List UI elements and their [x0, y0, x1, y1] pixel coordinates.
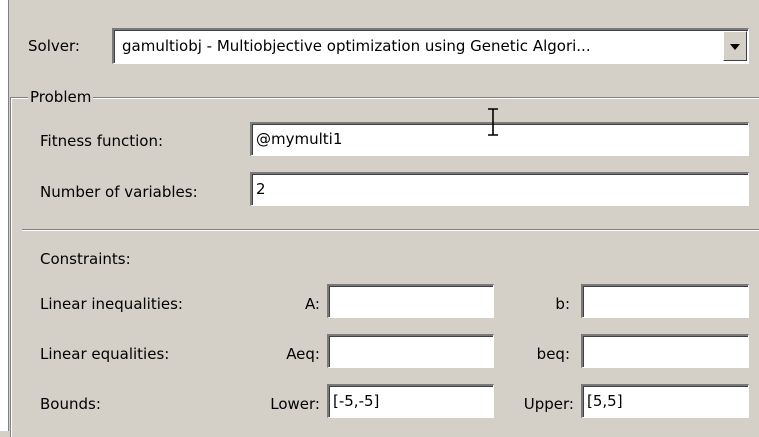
beq-label: beq: [536, 345, 570, 363]
linear-inequalities-label: Linear inequalities: [40, 295, 183, 313]
fitness-function-label: Fitness function: [40, 132, 164, 150]
constraints-heading: Constraints: [40, 250, 131, 268]
upper-bound-label: Upper: [523, 395, 574, 413]
beq-vector-input[interactable] [581, 334, 749, 368]
text-cursor-icon [488, 108, 498, 136]
solver-select[interactable]: gamultiobj - Multiobjective optimization… [112, 28, 749, 64]
b-vector-input[interactable] [581, 284, 749, 318]
solver-selected-value: gamultiobj - Multiobjective optimization… [122, 37, 591, 55]
bounds-label: Bounds: [40, 395, 101, 413]
number-of-variables-input[interactable]: 2 [250, 172, 749, 206]
b-label: b: [555, 295, 570, 313]
Aeq-matrix-input[interactable] [327, 334, 494, 368]
A-label: A: [304, 295, 320, 313]
lower-bound-label: Lower: [270, 395, 320, 413]
solver-dropdown-button[interactable] [723, 31, 747, 61]
number-of-variables-label: Number of variables: [40, 183, 198, 201]
section-separator [22, 229, 759, 231]
A-matrix-input[interactable] [327, 284, 494, 318]
solver-label: Solver: [28, 37, 80, 55]
window-left-edge [0, 0, 9, 431]
problem-group-title: Problem [28, 88, 94, 106]
Aeq-label: Aeq: [286, 345, 320, 363]
linear-equalities-label: Linear equalities: [40, 345, 170, 363]
upper-bound-input[interactable]: [5,5] [581, 384, 749, 418]
lower-bound-input[interactable]: [-5,-5] [327, 384, 494, 418]
chevron-down-icon [730, 44, 740, 50]
